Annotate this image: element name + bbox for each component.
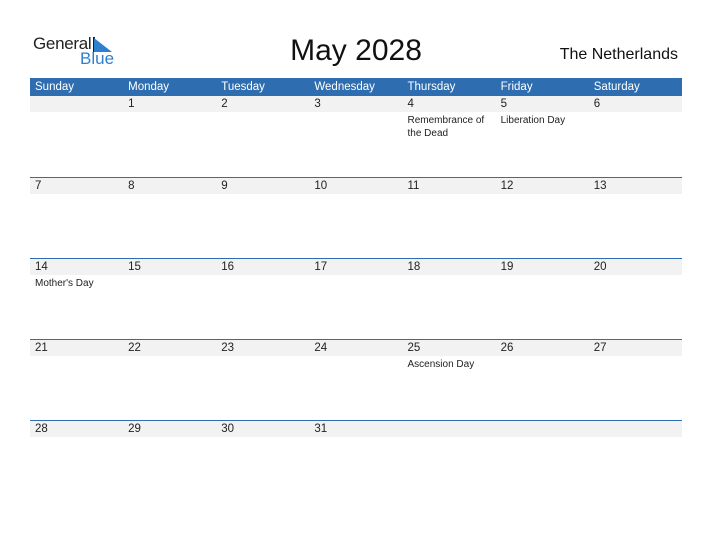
day-number: 12 [495,178,589,194]
holiday-label: Liberation Day [500,115,566,126]
day-number: 4 [402,96,496,112]
day-cell: 20 [588,259,682,339]
day-number: 15 [123,259,217,275]
week-row: 21 22 23 24 25 Ascension Day 26 27 [30,339,682,420]
day-number: 28 [30,421,124,437]
day-cell: 11 [402,178,496,258]
day-number: 6 [588,96,682,112]
day-cell: 10 [309,178,403,258]
day-number: 18 [402,259,496,275]
day-number: 8 [123,178,217,194]
day-cell: 25 Ascension Day [402,340,496,420]
weekday-header: Sunday Monday Tuesday Wednesday Thursday Frid… [30,78,682,96]
weekday-wednesday: Wednesday [314,81,375,93]
day-cell: 6 [588,96,682,177]
day-number: 30 [216,421,310,437]
day-cell [402,421,496,501]
day-cell: 5 Liberation Day [495,96,589,177]
week-row: 28 29 30 31 [30,420,682,501]
day-number [495,421,589,437]
day-number: 1 [123,96,217,112]
day-cell: 21 [30,340,124,420]
holiday-label: Remembrance of the Dead [407,115,485,139]
weekday-sunday: Sunday [35,81,75,93]
day-cell: 23 [216,340,310,420]
week-row: 1 2 3 4 Remembrance of the Dead 5 Liberation D… [30,96,682,177]
day-cell: 15 [123,259,217,339]
week-row: 14 Mother's Day 15 16 17 18 19 20 [30,258,682,339]
week-row: 7 8 9 10 11 12 13 [30,177,682,258]
day-cell: 4 Remembrance of the Dead [402,96,496,177]
weekday-friday: Friday [500,81,533,93]
day-number: 22 [123,340,217,356]
day-cell [588,421,682,501]
day-number: 2 [216,96,310,112]
country-label: The Netherlands [559,46,678,63]
day-number: 26 [495,340,589,356]
day-number: 25 [402,340,496,356]
weekday-monday: Monday [128,81,170,93]
day-cell: 18 [402,259,496,339]
day-cell: 13 [588,178,682,258]
day-number: 24 [309,340,403,356]
day-cell: 19 [495,259,589,339]
day-cell: 29 [123,421,217,501]
day-cell: 24 [309,340,403,420]
day-cell: 9 [216,178,310,258]
weeks-container: 1 2 3 4 Remembrance of the Dead 5 Liberation D… [30,96,682,501]
day-cell: 12 [495,178,589,258]
day-number [30,96,124,112]
day-number: 9 [216,178,310,194]
day-number: 3 [309,96,403,112]
day-cell: 2 [216,96,310,177]
day-number [588,421,682,437]
day-number: 10 [309,178,403,194]
day-number: 19 [495,259,589,275]
day-cell: 8 [123,178,217,258]
day-cell: 26 [495,340,589,420]
day-cell: 1 [123,96,217,177]
holiday-label: Ascension Day [407,359,475,370]
weekday-tuesday: Tuesday [221,81,265,93]
day-cell [30,96,124,177]
day-cell: 28 [30,421,124,501]
day-number: 23 [216,340,310,356]
weekday-thursday: Thursday [407,81,456,93]
day-cell: 22 [123,340,217,420]
day-cell [495,421,589,501]
day-number: 17 [309,259,403,275]
day-cell: 17 [309,259,403,339]
day-cell: 31 [309,421,403,501]
day-number: 5 [495,96,589,112]
day-number: 16 [216,259,310,275]
day-cell: 30 [216,421,310,501]
day-number [402,421,496,437]
day-number: 31 [309,421,403,437]
day-cell: 14 Mother's Day [30,259,124,339]
day-cell: 27 [588,340,682,420]
day-number: 29 [123,421,217,437]
weekday-saturday: Saturday [593,81,640,93]
day-cell: 7 [30,178,124,258]
day-number: 20 [588,259,682,275]
day-cell: 16 [216,259,310,339]
day-number: 11 [402,178,496,194]
day-number: 14 [30,259,124,275]
holiday-label: Mother's Day [35,278,94,289]
day-number: 27 [588,340,682,356]
day-number: 13 [588,178,682,194]
day-number: 21 [30,340,124,356]
day-number: 7 [30,178,124,194]
day-cell: 3 [309,96,403,177]
calendar-grid: Sunday Monday Tuesday Wednesday Thursday Frid… [30,78,682,501]
